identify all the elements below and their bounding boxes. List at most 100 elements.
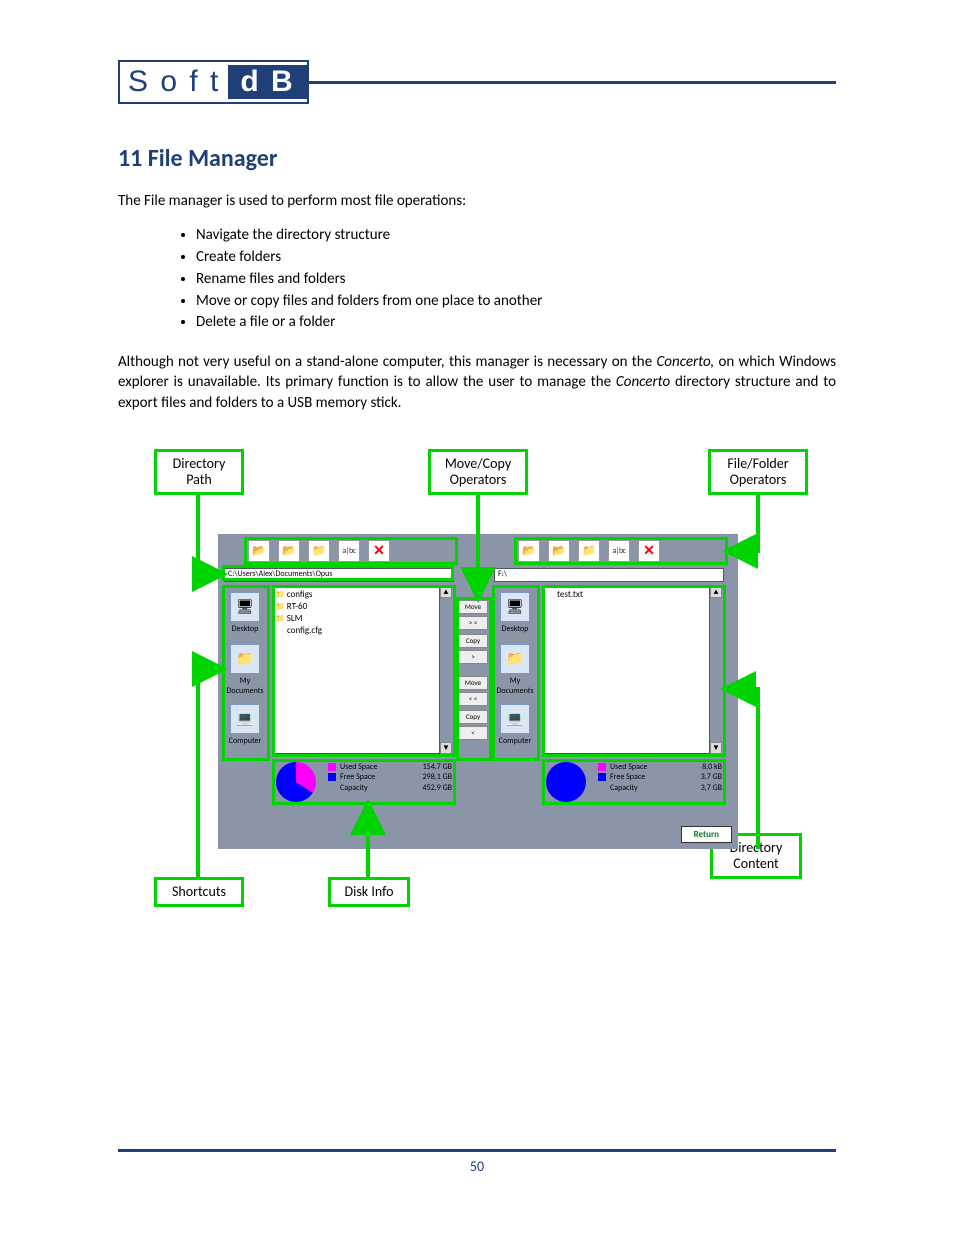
left-disk-labels: Used Space Free Space Capacity <box>328 762 377 793</box>
return-button[interactable]: Return <box>681 826 732 843</box>
disk-label: Free Space <box>610 772 645 782</box>
desktop-icon: 🖥 <box>230 592 260 622</box>
disk-label: Free Space <box>340 772 375 782</box>
paragraph: Although not very useful on a stand-alon… <box>118 352 836 413</box>
open-folder-icon[interactable]: 📂 <box>548 540 570 562</box>
copy-left-button[interactable]: Copy <box>458 710 488 724</box>
callout-label: Move/Copy Operators <box>445 455 511 488</box>
bullet-list: Navigate the directory structure Create … <box>196 225 836 334</box>
footer: 50 <box>118 1149 836 1175</box>
para-text: Although not very useful on a stand-alon… <box>118 353 656 371</box>
documents-icon: 📁 <box>500 644 530 674</box>
shortcut-label: Computer <box>229 736 262 746</box>
left-file-list[interactable]: configs RT-60 SLM config.cfg <box>272 586 440 754</box>
callout-label: File/Folder Operators <box>727 455 788 488</box>
disk-label: Used Space <box>610 762 647 772</box>
delete-icon[interactable]: ✕ <box>638 540 660 562</box>
scroll-down-icon[interactable]: ▼ <box>440 742 452 754</box>
rename-icon[interactable]: a|bc <box>338 540 360 562</box>
callout-file-folder: File/Folder Operators <box>708 449 808 495</box>
callout-shortcuts: Shortcuts <box>154 877 244 907</box>
shortcut-documents[interactable]: 📁My Documents <box>224 644 266 696</box>
scroll-up-icon[interactable]: ▲ <box>440 586 452 598</box>
disk-value: 3,7 GB <box>674 772 722 782</box>
right-file-list[interactable]: test.txt <box>542 586 710 754</box>
pie-chart-icon <box>546 762 586 802</box>
delete-icon[interactable]: ✕ <box>368 540 390 562</box>
list-item[interactable]: test.txt <box>545 589 707 600</box>
list-item[interactable]: SLM <box>275 613 437 624</box>
shortcut-label: My Documents <box>226 676 263 696</box>
desktop-icon: 🖥 <box>500 592 530 622</box>
disk-value: 3,7 GB <box>674 783 722 793</box>
section-heading: 11 File Manager <box>118 144 836 173</box>
left-toolbar: 📂 📂 📁 a|bc ✕ <box>248 540 390 562</box>
para-em: Concerto <box>616 373 670 391</box>
copy-left-arrow-button[interactable]: < <box>458 726 488 740</box>
disk-value: 298,1 GB <box>404 772 452 782</box>
shortcut-documents[interactable]: 📁My Documents <box>494 644 536 696</box>
callout-label: Disk Info <box>345 883 394 900</box>
move-left-button[interactable]: Move <box>458 676 488 690</box>
disk-value: 452,9 GB <box>404 783 452 793</box>
logo-right: d B <box>228 65 306 99</box>
page-number: 50 <box>470 1158 484 1175</box>
copy-right-button[interactable]: Copy <box>458 634 488 648</box>
file-manager-window: 📂 📂 📁 a|bc ✕ 📂 📂 📁 a|bc ✕ C:\Users\Alex\… <box>218 534 738 849</box>
pie-chart-icon <box>276 762 316 802</box>
swatch-icon <box>328 763 336 771</box>
para-em: Concerto, <box>656 353 714 371</box>
disk-label: Capacity <box>340 783 368 793</box>
computer-icon: 💻 <box>500 704 530 734</box>
disk-value: 8,0 kB <box>674 762 722 772</box>
bullet-item: Move or copy files and folders from one … <box>196 291 836 313</box>
bullet-item: Create folders <box>196 247 836 269</box>
open-folder-icon[interactable]: 📂 <box>278 540 300 562</box>
right-disk-values: 8,0 kB 3,7 GB 3,7 GB <box>674 762 722 793</box>
callout-move-copy: Move/Copy Operators <box>428 449 528 495</box>
disk-value: 154,7 GB <box>404 762 452 772</box>
new-folder-icon[interactable]: 📁 <box>578 540 600 562</box>
figure: Directory Path Move/Copy Operators File/… <box>118 449 838 909</box>
callout-label: Shortcuts <box>172 883 226 900</box>
up-folder-icon[interactable]: 📂 <box>248 540 270 562</box>
callout-disk-info: Disk Info <box>328 877 410 907</box>
bullet-item: Navigate the directory structure <box>196 225 836 247</box>
shortcut-desktop[interactable]: 🖥Desktop <box>224 592 266 634</box>
bullet-item: Delete a file or a folder <box>196 312 836 334</box>
swatch-icon <box>328 773 336 781</box>
scroll-up-icon[interactable]: ▲ <box>710 586 722 598</box>
shortcut-computer[interactable]: 💻Computer <box>224 704 266 746</box>
list-item[interactable]: config.cfg <box>275 625 437 636</box>
left-disk-values: 154,7 GB 298,1 GB 452,9 GB <box>404 762 452 793</box>
rename-icon[interactable]: a|bc <box>608 540 630 562</box>
documents-icon: 📁 <box>230 644 260 674</box>
copy-right-arrow-button[interactable]: > <box>458 650 488 664</box>
bullet-item: Rename files and folders <box>196 269 836 291</box>
intro-text: The File manager is used to perform most… <box>118 191 836 211</box>
shortcut-label: Desktop <box>502 624 529 634</box>
shortcut-label: My Documents <box>496 676 533 696</box>
up-folder-icon[interactable]: 📂 <box>518 540 540 562</box>
callout-label: Directory Path <box>173 455 226 488</box>
swatch-icon <box>598 773 606 781</box>
shortcut-label: Computer <box>499 736 532 746</box>
move-right-button[interactable]: Move <box>458 600 488 614</box>
right-path[interactable]: F:\ <box>494 568 724 582</box>
list-item[interactable]: configs <box>275 589 437 600</box>
swatch-icon <box>598 763 606 771</box>
left-path[interactable]: C:\Users\Alex\Documents\Opus <box>224 568 454 582</box>
scroll-down-icon[interactable]: ▼ <box>710 742 722 754</box>
list-item[interactable]: RT-60 <box>275 601 437 612</box>
logo-bar: S o f t d B <box>118 60 836 104</box>
move-right-arrow-button[interactable]: > > <box>458 616 488 630</box>
disk-label: Used Space <box>340 762 377 772</box>
logo: S o f t d B <box>118 60 309 104</box>
right-disk-labels: Used Space Free Space Capacity <box>598 762 647 793</box>
shortcut-computer[interactable]: 💻 Computer <box>494 704 536 746</box>
new-folder-icon[interactable]: 📁 <box>308 540 330 562</box>
logo-left: S o f t <box>120 65 228 99</box>
move-left-arrow-button[interactable]: < < <box>458 692 488 706</box>
right-toolbar: 📂 📂 📁 a|bc ✕ <box>518 540 660 562</box>
shortcut-desktop[interactable]: 🖥 Desktop <box>494 592 536 634</box>
